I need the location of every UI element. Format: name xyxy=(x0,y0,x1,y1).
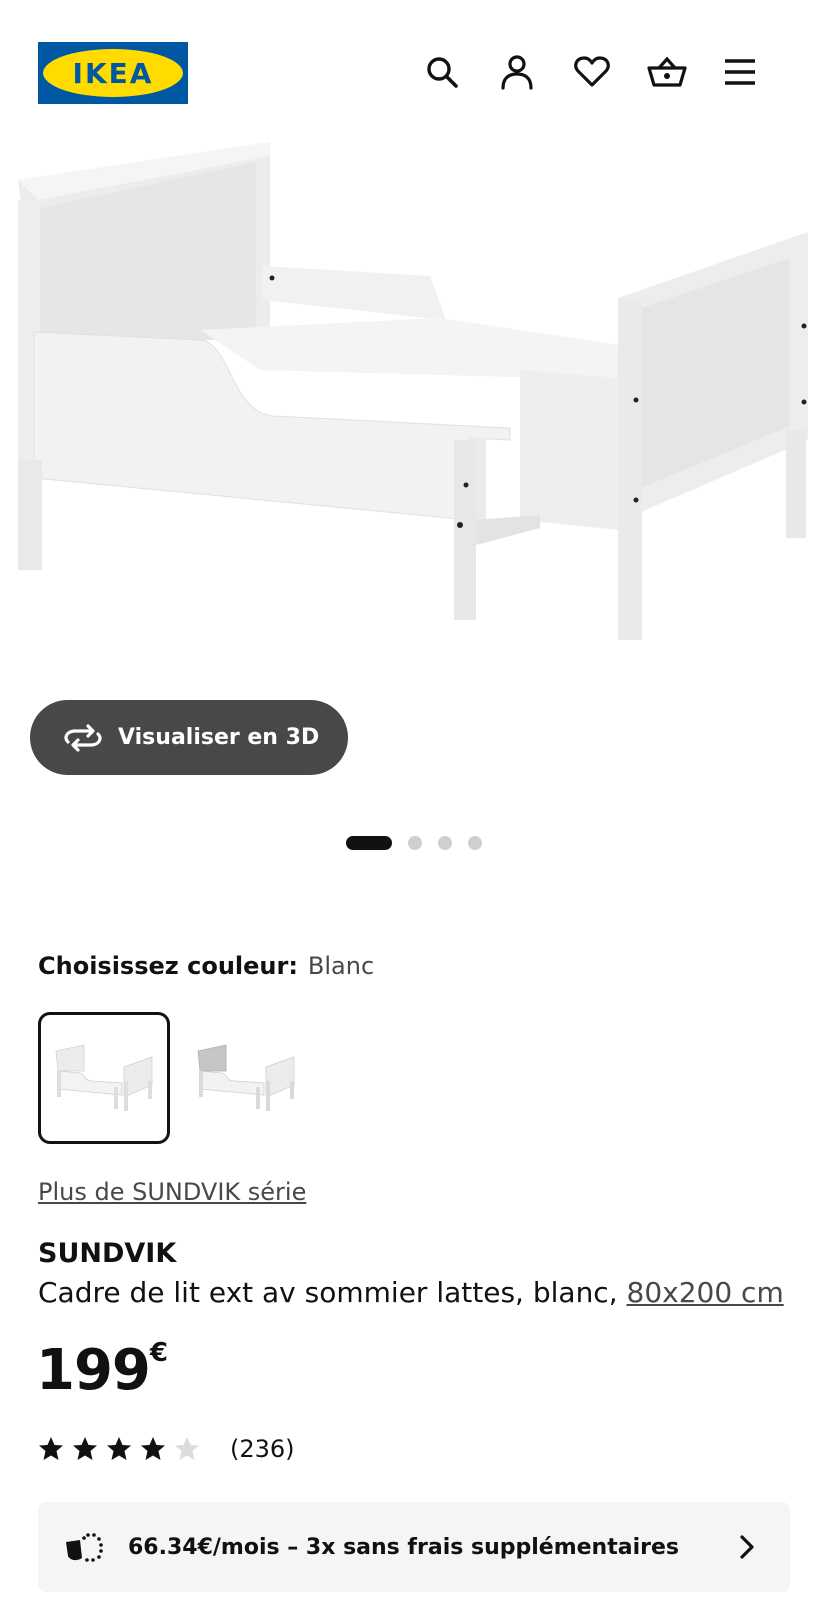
view-in-3d-label: Visualiser en 3D xyxy=(118,725,320,750)
product-size-link[interactable]: 80x200 cm xyxy=(627,1276,784,1309)
star-empty-icon xyxy=(175,1437,199,1460)
bed-thumbnail-white xyxy=(55,1044,153,1111)
account-icon[interactable] xyxy=(497,52,537,92)
carousel-dot[interactable] xyxy=(408,836,422,850)
menu-icon[interactable] xyxy=(720,52,760,92)
product-price: 199€ xyxy=(36,1338,168,1403)
color-swatch-grey[interactable] xyxy=(180,1012,312,1144)
color-swatch-white[interactable] xyxy=(38,1012,170,1144)
star-filled-icon xyxy=(39,1437,63,1460)
carousel-dot-active[interactable] xyxy=(346,836,392,850)
review-count: (236) xyxy=(230,1435,295,1463)
view-in-3d-button[interactable]: Visualiser en 3D xyxy=(30,700,348,775)
heart-icon[interactable] xyxy=(572,52,612,92)
product-description: Cadre de lit ext av sommier lattes, blan… xyxy=(38,1276,784,1309)
series-link[interactable]: Plus de SUNDVIK série xyxy=(38,1178,306,1206)
star-filled-icon xyxy=(73,1437,97,1460)
bed-thumbnail-grey xyxy=(197,1044,295,1111)
color-chooser-title: Choisissez couleur: xyxy=(38,952,298,980)
product-image-carousel[interactable] xyxy=(0,140,828,680)
logo-wordmark: IKEA xyxy=(72,56,154,90)
carousel-pagination xyxy=(346,835,482,851)
rotate-3d-icon xyxy=(64,723,102,752)
search-icon[interactable] xyxy=(422,52,462,92)
price-amount: 199 xyxy=(36,1338,151,1403)
top-header: IKEA xyxy=(0,0,828,140)
bed-product-image xyxy=(0,140,828,680)
financing-text: 66.34€/mois – 3x sans frais supplémentai… xyxy=(128,1534,679,1560)
product-name: SUNDVIK xyxy=(38,1238,177,1269)
product-description-text: Cadre de lit ext av sommier lattes, blan… xyxy=(38,1276,627,1309)
price-currency: € xyxy=(149,1338,168,1369)
carousel-dot[interactable] xyxy=(438,836,452,850)
selected-color-value: Blanc xyxy=(307,952,375,980)
product-rating[interactable]: (236) xyxy=(38,1432,295,1466)
basket-icon[interactable] xyxy=(647,52,687,92)
star-filled-icon xyxy=(107,1437,131,1460)
carousel-dot[interactable] xyxy=(468,836,482,850)
financing-offer[interactable]: 66.34€/mois – 3x sans frais supplémentai… xyxy=(38,1502,790,1592)
card-payment-icon xyxy=(66,1533,103,1562)
ikea-logo[interactable]: IKEA xyxy=(38,42,188,104)
star-filled-icon xyxy=(141,1437,165,1460)
color-chooser-label: Choisissez couleur: Blanc xyxy=(38,952,374,980)
chevron-right-icon xyxy=(740,1535,754,1559)
